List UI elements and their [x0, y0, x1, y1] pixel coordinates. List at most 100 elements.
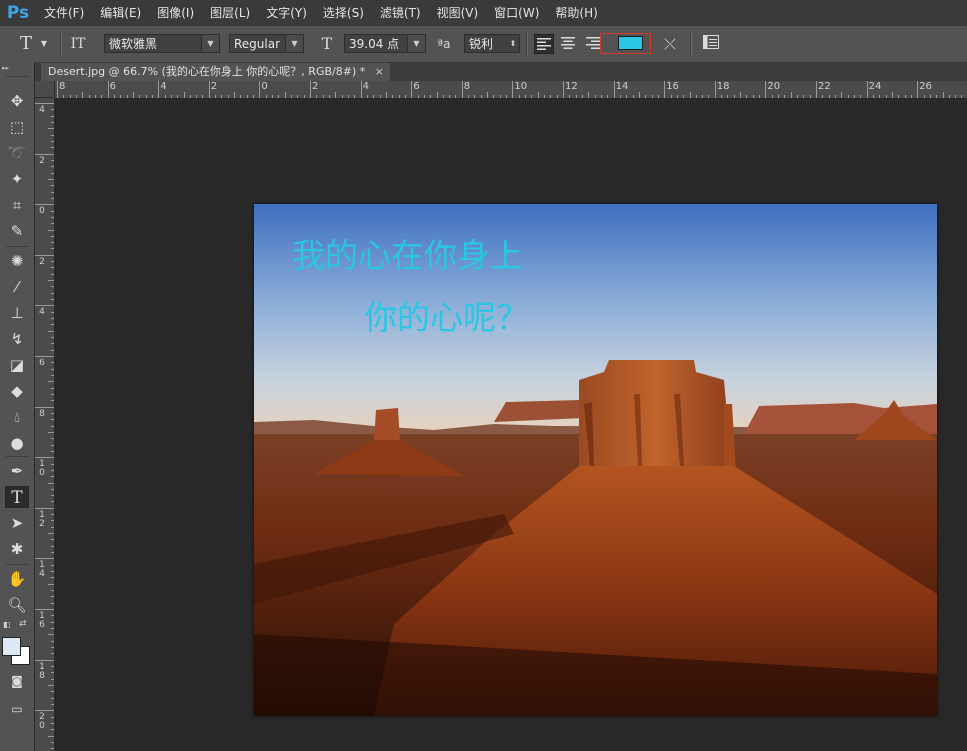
ruler-minor-tick — [48, 482, 54, 484]
ruler-minor-tick — [588, 92, 590, 98]
screen-mode-icon[interactable]: ▭ — [5, 698, 29, 720]
eyedropper-tool-icon[interactable]: ✎ — [5, 220, 29, 242]
chevron-updown-icon: ⬍ — [509, 39, 517, 48]
ruler-minor-tick — [278, 95, 280, 98]
ruler-minor-tick — [48, 684, 54, 686]
character-panel-icon[interactable] — [701, 34, 721, 54]
align-left-icon[interactable] — [534, 34, 554, 54]
ruler-minor-tick — [151, 95, 153, 98]
hand-tool-icon[interactable]: ✋ — [5, 568, 29, 590]
document-tab[interactable]: Desert.jpg @ 66.7% (我的心在你身上 你的心呢？, RGB/8… — [41, 63, 390, 81]
blur-tool-icon[interactable]: 💧︎ — [5, 406, 29, 428]
antialias-value: 锐利 — [469, 37, 494, 51]
document-canvas[interactable]: 我的心在你身上 你的心呢？ — [254, 204, 937, 716]
dodge-tool-icon[interactable]: ● — [5, 432, 29, 454]
ruler-minor-tick — [740, 92, 742, 98]
ruler-minor-tick — [638, 92, 640, 98]
ruler-minor-tick — [455, 95, 457, 98]
ruler-label: 14 — [39, 560, 45, 580]
lasso-tool-icon[interactable]: ➰ — [5, 142, 29, 164]
ruler-minor-tick — [51, 653, 54, 655]
clone-stamp-tool-icon[interactable]: ⊥ — [5, 302, 29, 324]
vertical-ruler[interactable]: 4202468101214161820 — [35, 98, 55, 751]
menu-window[interactable]: 窗口(W) — [486, 0, 547, 26]
text-color-swatch[interactable] — [618, 36, 643, 50]
ruler-minor-tick — [51, 495, 54, 497]
ruler-major-tick — [208, 81, 210, 98]
brush-tool-icon[interactable]: ⁄ — [5, 276, 29, 298]
magic-wand-tool-icon[interactable]: ✦ — [5, 168, 29, 190]
healing-brush-tool-icon[interactable]: ✺ — [5, 250, 29, 272]
menu-filter[interactable]: 滤镜(T) — [372, 0, 429, 26]
menu-type[interactable]: 文字(Y) — [258, 0, 315, 26]
ruler-minor-tick — [398, 95, 400, 98]
paint-bucket-tool-icon[interactable]: ◆ — [5, 380, 29, 402]
ruler-minor-tick — [51, 488, 54, 490]
ruler-minor-tick — [423, 95, 425, 98]
ruler-minor-tick — [51, 419, 54, 421]
ruler-label: 16 — [39, 611, 45, 630]
ruler-minor-tick — [771, 95, 773, 98]
close-icon[interactable]: × — [375, 65, 384, 78]
menu-view[interactable]: 视图(V) — [429, 0, 487, 26]
horizontal-ruler[interactable]: 8 6 4 2 0 2 4 6 8 10 12 14 16 18 20 22 24 26 — [55, 81, 967, 99]
default-colors-icon[interactable]: ◧ — [3, 620, 11, 629]
move-tool-icon[interactable]: ✥ — [5, 90, 29, 112]
ruler-minor-tick — [632, 95, 634, 98]
canvas-text-line-1[interactable]: 我的心在你身上 — [292, 229, 523, 277]
history-brush-tool-icon[interactable]: ↯ — [5, 328, 29, 350]
type-tool-icon[interactable]: T — [5, 486, 29, 508]
swap-colors-icon[interactable]: ⇄ — [19, 619, 27, 629]
ruler-minor-tick — [48, 280, 54, 282]
ruler-minor-tick — [51, 140, 54, 142]
menu-layer[interactable]: 图层(L) — [202, 0, 258, 26]
menu-edit[interactable]: 编辑(E) — [92, 0, 149, 26]
custom-shape-tool-icon[interactable]: ✱ — [5, 538, 29, 560]
menu-file[interactable]: 文件(F) — [36, 0, 92, 26]
menu-help[interactable]: 帮助(H) — [547, 0, 605, 26]
path-selection-tool-icon[interactable]: ➤ — [5, 512, 29, 534]
font-family-select[interactable]: 微软雅黑 ▼ — [104, 34, 220, 53]
ruler-minor-tick — [227, 95, 229, 98]
ruler-major-tick — [563, 81, 564, 98]
ruler-major-tick — [35, 457, 54, 459]
align-center-icon[interactable] — [558, 34, 578, 54]
ruler-major-tick — [35, 609, 54, 610]
ruler-origin[interactable] — [35, 81, 55, 98]
chevron-down-icon[interactable]: ▼ — [38, 34, 50, 54]
ruler-major-tick — [512, 81, 514, 98]
ruler-label: 2 — [39, 256, 45, 267]
ruler-minor-tick — [177, 95, 179, 98]
font-size-select[interactable]: 39.04 点 ▼ — [344, 34, 426, 53]
foreground-color-swatch[interactable] — [2, 637, 21, 656]
warp-text-icon[interactable]: ⤬ — [660, 34, 680, 54]
font-style-select[interactable]: Regular ▼ — [229, 34, 304, 53]
ruler-minor-tick — [51, 286, 54, 288]
marquee-tool-icon[interactable]: ⬚ — [5, 116, 29, 138]
ruler-minor-tick — [51, 425, 54, 427]
ruler-minor-tick — [695, 95, 697, 98]
ruler-minor-tick — [51, 596, 54, 598]
ruler-minor-tick — [853, 95, 855, 98]
collapse-panel-icon[interactable]: ▸▸ — [2, 64, 9, 72]
menu-select[interactable]: 选择(S) — [315, 0, 372, 26]
tools-panel: ▸▸ ✥ ⬚ ➰ ✦ ⌗ ✎ ✺ ⁄ ⊥ ↯ ◪ ◆ 💧︎ ● ✒ T ➤ ✱ … — [0, 62, 35, 751]
ruler-minor-tick — [48, 735, 54, 737]
ruler-minor-tick — [51, 412, 54, 414]
eraser-tool-icon[interactable]: ◪ — [5, 354, 29, 376]
ruler-minor-tick — [51, 590, 54, 592]
ruler-major-tick — [57, 81, 58, 98]
zoom-tool-icon[interactable]: 🔍︎ — [5, 594, 29, 616]
antialias-select[interactable]: 锐利 ⬍ — [464, 34, 520, 53]
toggle-text-orientation-icon[interactable]: IT — [67, 34, 89, 54]
crop-tool-icon[interactable]: ⌗ — [5, 194, 29, 216]
menu-image[interactable]: 图像(I) — [149, 0, 202, 26]
type-tool-preset-icon[interactable]: T — [16, 34, 36, 54]
ruler-major-tick — [35, 153, 54, 155]
canvas-text-line-2[interactable]: 你的心呢？ — [364, 291, 529, 339]
pen-tool-icon[interactable]: ✒ — [5, 460, 29, 482]
quick-mask-icon[interactable]: ◙ — [5, 670, 29, 692]
menu-bar: Ps 文件(F) 编辑(E) 图像(I) 图层(L) 文字(Y) 选择(S) 滤… — [0, 0, 967, 26]
ruler-minor-tick — [291, 95, 293, 98]
ruler-minor-tick — [778, 95, 780, 98]
